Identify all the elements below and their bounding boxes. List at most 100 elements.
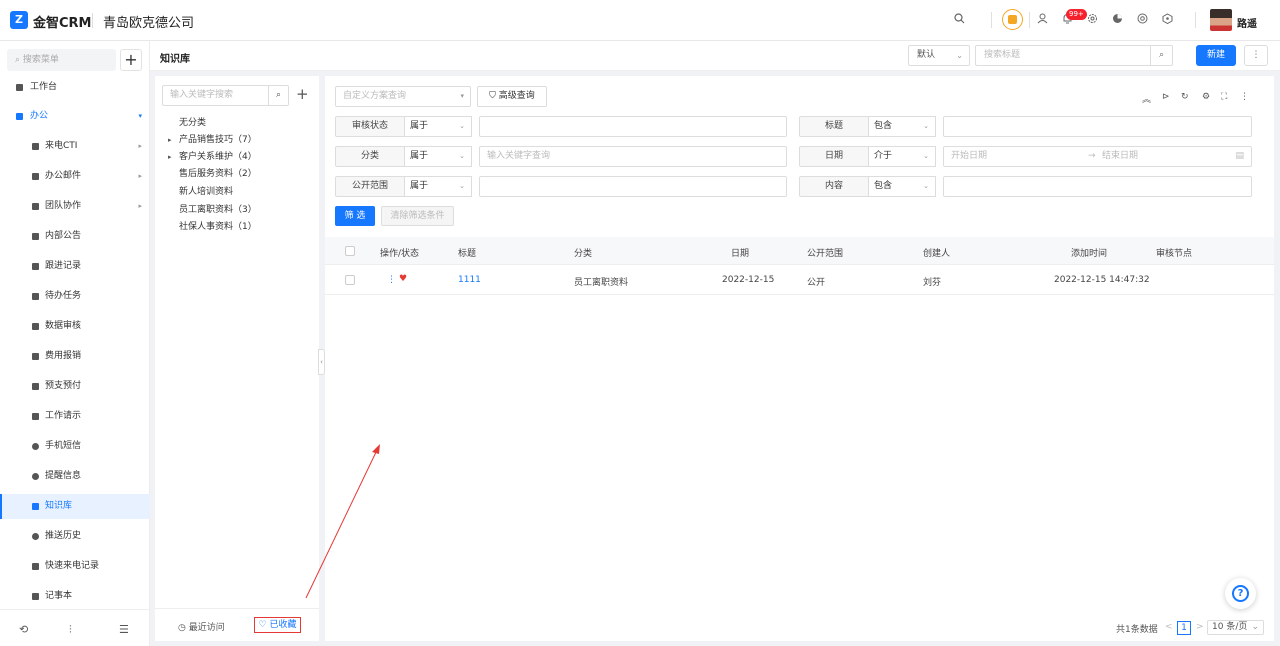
sidebar-item-request[interactable]: 工作请示	[0, 404, 150, 429]
prev-page-icon[interactable]: <	[1165, 622, 1173, 632]
category-item[interactable]: 新人培训资料	[179, 184, 233, 200]
scheme-select[interactable]: 自定义方案查询 ▾	[335, 86, 471, 107]
start-date-placeholder[interactable]: 开始日期	[951, 151, 987, 161]
username[interactable]: 路遥	[1237, 15, 1257, 30]
recent-visits-tab[interactable]: ◷ 最近访问	[178, 620, 225, 633]
sidebar-item-knowledge[interactable]: 知识库	[0, 494, 150, 519]
filter-op-category[interactable]: 属于 ⌄	[404, 146, 472, 167]
gear-icon[interactable]	[1085, 13, 1099, 27]
next-page-icon[interactable]: >	[1196, 622, 1204, 632]
settings-icon[interactable]: ⚙	[1202, 92, 1210, 102]
filter-op-audit-status[interactable]: 属于 ⌄	[404, 116, 472, 137]
filter-value-audit-status[interactable]	[479, 116, 787, 137]
refresh-icon[interactable]: ↻	[1181, 92, 1189, 102]
filter-op-date[interactable]: 介于 ⌄	[868, 146, 936, 167]
category-item[interactable]: 员工离职资料（3）	[179, 202, 257, 218]
page-number[interactable]: 1	[1177, 621, 1191, 635]
clear-filters-button[interactable]: 清除筛选条件	[381, 206, 454, 226]
search-menu-input[interactable]: ⌕ 搜索菜单	[7, 49, 116, 71]
sidebar-item-workbench[interactable]: 工作台	[0, 75, 150, 100]
more-vertical-icon[interactable]: ⋮	[1240, 92, 1249, 102]
new-button[interactable]: 新建	[1196, 45, 1236, 66]
sidebar-item-cti[interactable]: 来电CTI ▸	[0, 134, 150, 159]
category-item[interactable]: 客户关系维护（4）	[179, 149, 257, 165]
column-header[interactable]: 日期	[731, 246, 749, 259]
caret-right-icon[interactable]: ▸	[168, 149, 172, 165]
divider	[991, 12, 992, 28]
sidebar-item-team[interactable]: 团队协作 ▸	[0, 194, 150, 219]
panel-collapse-handle[interactable]: ‹	[318, 349, 325, 375]
end-date-placeholder[interactable]: 结束日期	[1102, 147, 1138, 166]
filter-value-category[interactable]: 输入关键字查询	[479, 146, 787, 167]
sidebar-item-advance[interactable]: 预支预付	[0, 374, 150, 399]
filter-value-scope[interactable]	[479, 176, 787, 197]
sidebar-item-expense[interactable]: 费用报销	[0, 344, 150, 369]
filter-value-content[interactable]	[943, 176, 1252, 197]
category-item[interactable]: 售后服务资料（2）	[179, 166, 257, 182]
avatar[interactable]	[1210, 9, 1232, 31]
sidebar-item-reminder[interactable]: 提醒信息	[0, 464, 150, 489]
sidebar-item-label: 内部公告	[45, 231, 82, 241]
page-size-select[interactable]: 10 条/页 ⌄	[1207, 620, 1264, 635]
sort-select[interactable]: 默认 ⌄	[908, 45, 970, 66]
table-row[interactable]: ⋮ ♥ 1111 员工离职资料 2022-12-15 公开 刘芬 2022-12…	[325, 265, 1274, 295]
contacts-icon[interactable]	[1035, 13, 1049, 27]
cube-icon[interactable]	[1160, 13, 1174, 27]
collapse-up-icon[interactable]: ︽	[1142, 92, 1151, 105]
play-icon[interactable]: ⊳	[1162, 92, 1170, 102]
column-header[interactable]: 分类	[574, 246, 592, 259]
sidebar-item-todo[interactable]: 待办任务	[0, 284, 150, 309]
history-icon[interactable]: ⟲	[19, 623, 28, 636]
fullscreen-icon[interactable]: ⛶	[1221, 92, 1227, 102]
row-actions-icon[interactable]: ⋮	[387, 275, 396, 285]
filter-op-title[interactable]: 包含 ⌄	[868, 116, 936, 137]
select-all-checkbox[interactable]	[345, 246, 355, 256]
more-options-icon[interactable]: ⋮	[1244, 45, 1268, 66]
filter-op-content[interactable]: 包含 ⌄	[868, 176, 936, 197]
caret-right-icon[interactable]: ▸	[168, 132, 172, 148]
sidebar-item-label: 预支预付	[45, 381, 82, 391]
category-item[interactable]: 社保人事资料（1）	[179, 219, 257, 235]
help-icon: ?	[1232, 585, 1249, 602]
column-header[interactable]: 添加时间	[1071, 246, 1107, 259]
row-checkbox[interactable]	[345, 275, 355, 285]
sidebar-item-quick-call[interactable]: 快速来电记录	[0, 554, 150, 579]
chat-icon	[32, 443, 39, 450]
sidebar-item-followup[interactable]: 跟进记录	[0, 254, 150, 279]
sidebar-item-label: 知识库	[45, 501, 73, 511]
column-header[interactable]: 公开范围	[807, 246, 843, 259]
sidebar-item-push[interactable]: 推送历史	[0, 524, 150, 549]
sidebar-item-mail[interactable]: 办公邮件 ▸	[0, 164, 150, 189]
column-header[interactable]: 创建人	[923, 246, 950, 259]
row-title-link[interactable]: 1111	[458, 275, 481, 285]
sidebar-item-audit[interactable]: 数据审核	[0, 314, 150, 339]
chrome-icon[interactable]	[1135, 13, 1149, 27]
favorites-tab[interactable]: ♡ 已收藏	[254, 617, 301, 633]
help-button[interactable]: ?	[1225, 578, 1256, 609]
pie-chart-icon[interactable]	[1110, 13, 1124, 27]
speaker-icon[interactable]	[1002, 9, 1023, 30]
category-item[interactable]: 产品销售技巧（7）	[179, 132, 257, 148]
advanced-query-button[interactable]: ⛉ 高级查询	[477, 86, 547, 107]
sidebar-item-office[interactable]: 办公 ▾	[0, 104, 150, 129]
column-header[interactable]: 标题	[458, 246, 476, 259]
add-menu-button[interactable]: +	[120, 49, 142, 71]
search-icon[interactable]: ⌕	[268, 85, 289, 106]
sidebar-item-notepad[interactable]: 记事本	[0, 584, 150, 609]
menu-collapse-icon[interactable]: ☰	[119, 623, 129, 636]
sidebar-item-notice[interactable]: 内部公告	[0, 224, 150, 249]
column-header[interactable]: 审核节点	[1156, 246, 1192, 259]
filter-value-title[interactable]	[943, 116, 1252, 137]
sliders-icon[interactable]: ⫶	[69, 623, 72, 637]
filter-button[interactable]: 筛 选	[335, 206, 375, 226]
keyword-search-input[interactable]: 输入关键字搜索	[162, 85, 268, 106]
title-search-input[interactable]: 搜索标题 ⌕	[975, 45, 1173, 66]
sidebar-item-sms[interactable]: 手机短信	[0, 434, 150, 459]
heart-icon[interactable]: ♥	[399, 274, 407, 284]
date-range-picker[interactable]: 开始日期 → 结束日期 ▤	[943, 146, 1252, 167]
search-icon[interactable]	[952, 13, 966, 27]
search-icon[interactable]: ⌕	[1150, 46, 1172, 65]
filter-op-scope[interactable]: 属于 ⌄	[404, 176, 472, 197]
add-category-icon[interactable]: +	[296, 85, 309, 103]
category-item[interactable]: 无分类	[179, 115, 206, 131]
